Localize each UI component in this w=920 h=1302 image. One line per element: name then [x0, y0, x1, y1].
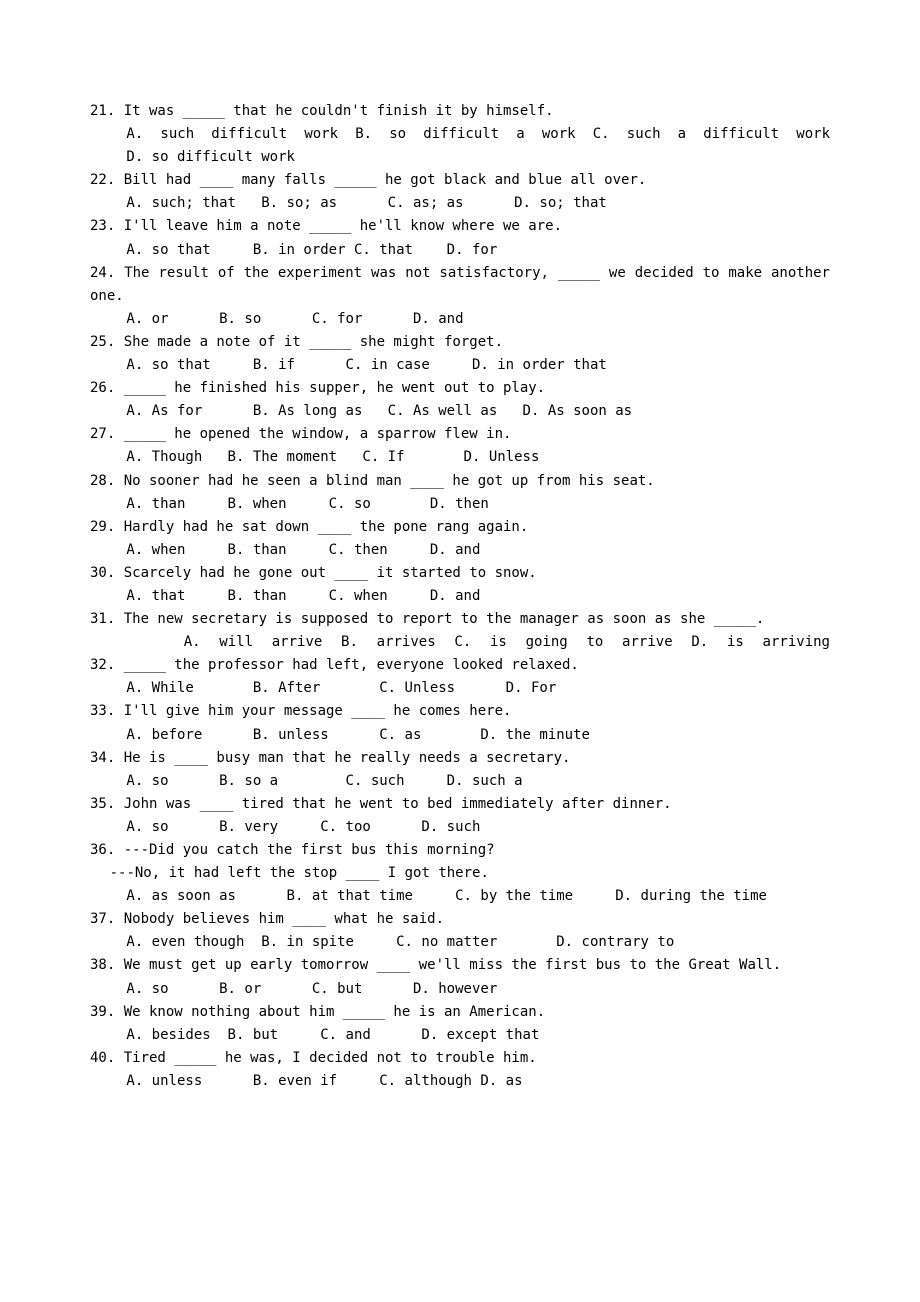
- question-choices-line2: D. so difficult work: [90, 146, 830, 169]
- question-40: 40. Tired _____ he was, I decided not to…: [90, 1047, 830, 1093]
- question-choices: A. even though B. in spite C. no matter …: [90, 931, 830, 954]
- question-stem: 35. John was ____ tired that he went to …: [90, 793, 830, 816]
- question-choices: A. unless B. even if C. although D. as: [90, 1070, 830, 1093]
- question-stem: 27. _____ he opened the window, a sparro…: [90, 423, 830, 446]
- question-21: 21. It was _____ that he couldn't finish…: [90, 100, 830, 169]
- question-choices: A. Though B. The moment C. If D. Unless: [90, 446, 830, 469]
- question-stem: 28. No sooner had he seen a blind man __…: [90, 470, 830, 493]
- question-choices: A. so B. so a C. such D. such a: [90, 770, 830, 793]
- question-stem: 22. Bill had ____ many falls _____ he go…: [90, 169, 830, 192]
- question-32: 32. _____ the professor had left, everyo…: [90, 654, 830, 700]
- question-choices: A. when B. than C. then D. and: [90, 539, 830, 562]
- question-choices: A. will arrive B. arrives C. is going to…: [90, 631, 830, 654]
- question-choices: A. so B. very C. too D. such: [90, 816, 830, 839]
- question-stem: 40. Tired _____ he was, I decided not to…: [90, 1047, 830, 1070]
- question-stem: 30. Scarcely had he gone out ____ it sta…: [90, 562, 830, 585]
- question-stem: 38. We must get up early tomorrow ____ w…: [90, 954, 830, 977]
- question-38: 38. We must get up early tomorrow ____ w…: [90, 954, 830, 1000]
- question-26: 26. _____ he finished his supper, he wen…: [90, 377, 830, 423]
- question-stem: 31. The new secretary is supposed to rep…: [90, 608, 830, 631]
- question-25: 25. She made a note of it _____ she migh…: [90, 331, 830, 377]
- question-stem: 33. I'll give him your message ____ he c…: [90, 700, 830, 723]
- question-stem: 32. _____ the professor had left, everyo…: [90, 654, 830, 677]
- question-23: 23. I'll leave him a note _____ he'll kn…: [90, 215, 830, 261]
- question-choices: A. so B. or C. but D. however: [90, 978, 830, 1001]
- question-stem: 21. It was _____ that he couldn't finish…: [90, 100, 830, 123]
- question-stem: 23. I'll leave him a note _____ he'll kn…: [90, 215, 830, 238]
- question-choices: A. While B. After C. Unless D. For: [90, 677, 830, 700]
- question-stem-line2: ---No, it had left the stop ____ I got t…: [90, 862, 830, 885]
- question-choices: A. so that B. if C. in case D. in order …: [90, 354, 830, 377]
- question-stem: 25. She made a note of it _____ she migh…: [90, 331, 830, 354]
- question-31: 31. The new secretary is supposed to rep…: [90, 608, 830, 654]
- question-choices: A. so that B. in order C. that D. for: [90, 239, 830, 262]
- question-34: 34. He is ____ busy man that he really n…: [90, 747, 830, 793]
- question-choices: A. before B. unless C. as D. the minute: [90, 724, 830, 747]
- question-24: 24. The result of the experiment was not…: [90, 262, 830, 331]
- question-35: 35. John was ____ tired that he went to …: [90, 793, 830, 839]
- question-choices: A. as soon as B. at that time C. by the …: [90, 885, 830, 908]
- question-stem: 37. Nobody believes him ____ what he sai…: [90, 908, 830, 931]
- question-29: 29. Hardly had he sat down ____ the pone…: [90, 516, 830, 562]
- question-37: 37. Nobody believes him ____ what he sai…: [90, 908, 830, 954]
- question-28: 28. No sooner had he seen a blind man __…: [90, 470, 830, 516]
- question-39: 39. We know nothing about him _____ he i…: [90, 1001, 830, 1047]
- question-36: 36. ---Did you catch the first bus this …: [90, 839, 830, 908]
- question-33: 33. I'll give him your message ____ he c…: [90, 700, 830, 746]
- question-choices: A. besides B. but C. and D. except that: [90, 1024, 830, 1047]
- question-30: 30. Scarcely had he gone out ____ it sta…: [90, 562, 830, 608]
- question-stem: 36. ---Did you catch the first bus this …: [90, 839, 830, 862]
- question-choices: A. or B. so C. for D. and: [90, 308, 830, 331]
- question-22: 22. Bill had ____ many falls _____ he go…: [90, 169, 830, 215]
- question-list: 21. It was _____ that he couldn't finish…: [90, 100, 830, 1093]
- question-27: 27. _____ he opened the window, a sparro…: [90, 423, 830, 469]
- question-stem: 26. _____ he finished his supper, he wen…: [90, 377, 830, 400]
- question-stem: 34. He is ____ busy man that he really n…: [90, 747, 830, 770]
- question-choices: A. than B. when C. so D. then: [90, 493, 830, 516]
- question-choices: A. such difficult work B. so difficult a…: [90, 123, 830, 146]
- question-stem: 29. Hardly had he sat down ____ the pone…: [90, 516, 830, 539]
- question-choices: A. As for B. As long as C. As well as D.…: [90, 400, 830, 423]
- question-stem: 24. The result of the experiment was not…: [90, 262, 830, 308]
- question-choices: A. that B. than C. when D. and: [90, 585, 830, 608]
- question-stem: 39. We know nothing about him _____ he i…: [90, 1001, 830, 1024]
- question-choices: A. such; that B. so; as C. as; as D. so;…: [90, 192, 830, 215]
